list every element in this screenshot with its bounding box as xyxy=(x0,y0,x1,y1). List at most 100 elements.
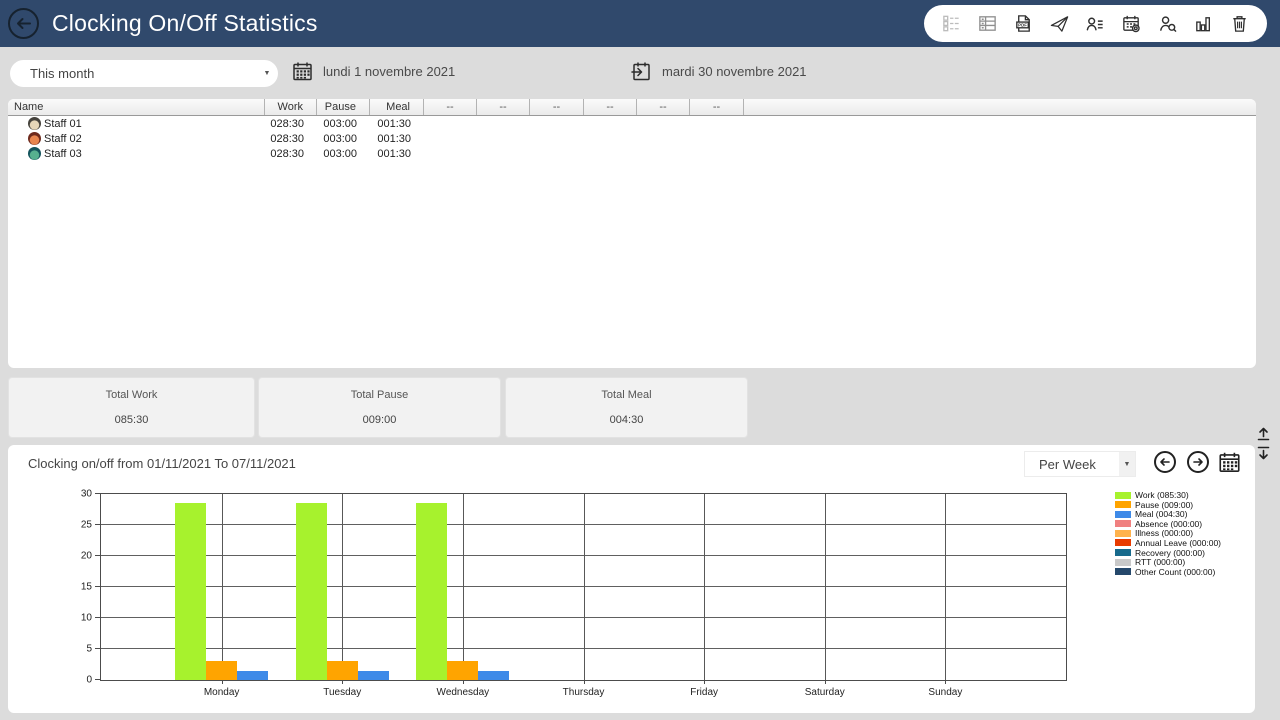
value-cell: 028:30 xyxy=(265,146,317,161)
value-cell: 003:00 xyxy=(317,116,370,131)
legend-item: Meal (004:30) xyxy=(1115,510,1221,518)
staff-name-cell: Staff 02 xyxy=(8,131,265,146)
y-axis-label: 30 xyxy=(81,489,92,500)
svg-text:PDF: PDF xyxy=(1018,23,1027,28)
staff-name-label: Staff 03 xyxy=(44,148,82,160)
value-cell: 028:30 xyxy=(265,131,317,146)
gridline-vertical xyxy=(825,494,826,680)
column-header-dash-4[interactable]: -- xyxy=(424,99,477,115)
column-header-work[interactable]: Work xyxy=(265,99,317,115)
column-header-dash-9[interactable]: -- xyxy=(690,99,744,115)
collapse-down-icon[interactable] xyxy=(1257,445,1270,460)
bar-pause-tuesday xyxy=(327,661,358,680)
total-work-value: 085:30 xyxy=(9,414,254,426)
column-header-name[interactable]: Name xyxy=(8,99,265,115)
x-axis-label: Tuesday xyxy=(323,687,361,698)
legend-item: Other Count (000:00) xyxy=(1115,568,1221,576)
back-button[interactable] xyxy=(8,8,39,39)
calendar-settings-icon[interactable] xyxy=(1121,13,1142,34)
person-search-icon[interactable] xyxy=(1157,13,1178,34)
y-axis-label: 20 xyxy=(81,551,92,562)
legend-item: Pause (009:00) xyxy=(1115,501,1221,509)
delete-icon[interactable] xyxy=(1229,13,1250,34)
bar-pause-wednesday xyxy=(447,661,478,680)
end-date-label: mardi 30 novembre 2021 xyxy=(662,64,807,79)
staff-table: NameWorkPauseMeal------------ Staff 0102… xyxy=(8,99,1256,368)
expand-up-icon[interactable] xyxy=(1257,427,1270,442)
legend-label: Meal (004:30) xyxy=(1135,509,1187,519)
table-row[interactable]: Staff 01028:30003:00001:30 xyxy=(8,116,1256,131)
y-axis-tick xyxy=(95,648,101,649)
x-axis-label: Sunday xyxy=(928,687,962,698)
gridline-vertical xyxy=(342,494,343,680)
y-axis-label: 5 xyxy=(86,644,92,655)
bar-work-tuesday xyxy=(296,503,327,680)
pdf-export-icon[interactable]: PDF xyxy=(1013,13,1034,34)
table-row[interactable]: Staff 03028:30003:00001:30 xyxy=(8,146,1256,161)
y-axis-label: 10 xyxy=(81,613,92,624)
chart-title: Clocking on/off from 01/11/2021 To 07/11… xyxy=(28,456,296,471)
column-header-dash-7[interactable]: -- xyxy=(584,99,637,115)
checklist-icon xyxy=(941,13,962,34)
bar-work-wednesday xyxy=(416,503,447,680)
start-date-label: lundi 1 novembre 2021 xyxy=(323,64,455,79)
total-meal-label: Total Meal xyxy=(506,389,747,401)
y-axis-tick xyxy=(95,617,101,618)
gridline-vertical xyxy=(704,494,705,680)
toolbar: PDF xyxy=(924,5,1267,42)
legend-swatch xyxy=(1115,520,1131,527)
bar-chart-plot: 051015202530MondayTuesdayWednesdayThursd… xyxy=(100,493,1067,681)
gridline-vertical xyxy=(945,494,946,680)
staff-name-cell: Staff 01 xyxy=(8,116,265,131)
legend-swatch xyxy=(1115,492,1131,499)
x-axis-tick xyxy=(945,680,946,684)
contact-details-icon[interactable] xyxy=(1085,13,1106,34)
value-cell: 001:30 xyxy=(370,116,424,131)
next-period-button[interactable] xyxy=(1187,451,1209,473)
chart-icon[interactable] xyxy=(1193,13,1214,34)
x-axis-tick xyxy=(704,680,705,684)
start-date-group: lundi 1 novembre 2021 xyxy=(291,60,455,83)
y-axis-tick xyxy=(95,586,101,587)
bar-pause-monday xyxy=(206,661,237,680)
chart-period-select[interactable]: Per Week ▼ xyxy=(1024,451,1136,477)
send-icon[interactable] xyxy=(1049,13,1070,34)
y-axis-tick xyxy=(95,555,101,556)
legend-swatch xyxy=(1115,530,1131,537)
staff-avatar xyxy=(28,132,41,145)
previous-period-icon xyxy=(1159,456,1171,468)
value-cell: 001:30 xyxy=(370,146,424,161)
period-select[interactable]: This month ▼ xyxy=(10,60,278,87)
calendar-start-icon[interactable] xyxy=(291,60,314,83)
total-meal-card: Total Meal 004:30 xyxy=(505,377,748,438)
column-header-dash-5[interactable]: -- xyxy=(477,99,530,115)
page-title: Clocking On/Off Statistics xyxy=(52,10,318,37)
x-axis-label: Friday xyxy=(690,687,718,698)
gridline-vertical xyxy=(222,494,223,680)
column-header-dash-6[interactable]: -- xyxy=(530,99,584,115)
calendar-picker-icon[interactable] xyxy=(1217,450,1242,475)
table-view-icon xyxy=(977,13,998,34)
x-axis-tick xyxy=(825,680,826,684)
column-header-dash-8[interactable]: -- xyxy=(637,99,690,115)
calendar-end-icon[interactable] xyxy=(630,60,653,83)
table-header: NameWorkPauseMeal------------ xyxy=(8,99,1256,116)
column-header-pause[interactable]: Pause xyxy=(317,99,370,115)
legend-swatch xyxy=(1115,511,1131,518)
bar-meal-tuesday xyxy=(358,671,389,680)
table-row[interactable]: Staff 02028:30003:00001:30 xyxy=(8,131,1256,146)
y-axis-label: 0 xyxy=(86,675,92,686)
legend-swatch xyxy=(1115,501,1131,508)
y-axis-tick xyxy=(95,493,101,494)
total-work-card: Total Work 085:30 xyxy=(8,377,255,438)
chart-panel: Clocking on/off from 01/11/2021 To 07/11… xyxy=(8,445,1255,713)
previous-period-button[interactable] xyxy=(1154,451,1176,473)
column-header-meal[interactable]: Meal xyxy=(370,99,424,115)
legend-item: Recovery (000:00) xyxy=(1115,549,1221,557)
end-date-group: mardi 30 novembre 2021 xyxy=(630,60,807,83)
legend-item: RTT (000:00) xyxy=(1115,558,1221,566)
legend-label: Annual Leave (000:00) xyxy=(1135,538,1221,548)
x-axis-label: Monday xyxy=(204,687,240,698)
next-period-icon xyxy=(1192,456,1204,468)
chevron-down-icon: ▼ xyxy=(1119,452,1135,476)
